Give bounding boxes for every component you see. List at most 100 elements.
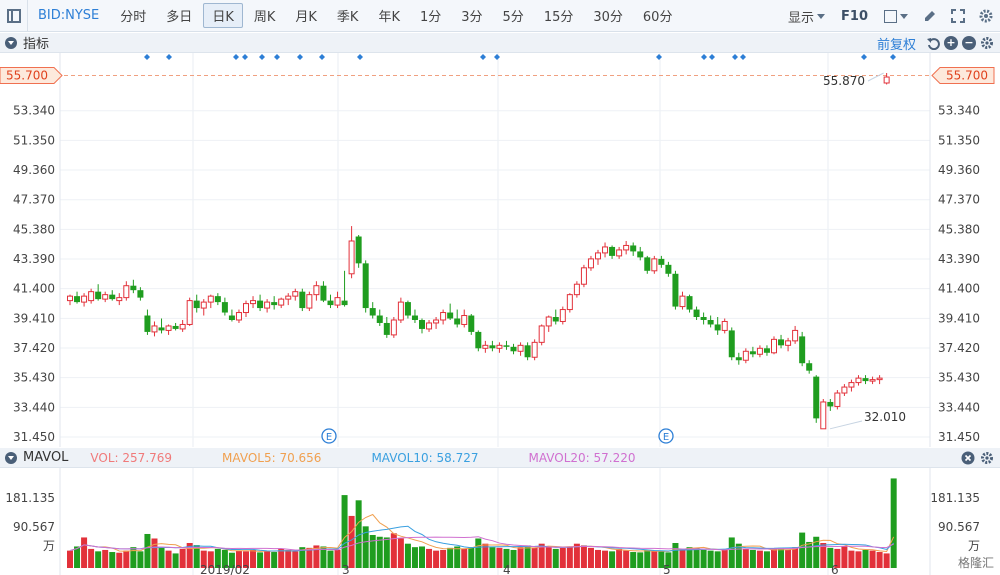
dividend-marker	[861, 54, 867, 60]
candle-body	[883, 76, 890, 84]
volume-axis-label: 90.567	[13, 520, 55, 534]
candle-body	[348, 240, 355, 275]
volume-bar	[102, 549, 109, 568]
volume-bar	[489, 547, 496, 568]
volume-bar	[644, 549, 651, 568]
period-tab[interactable]: 季K	[328, 3, 368, 28]
candle-body	[369, 308, 376, 316]
volume-bar	[179, 548, 186, 568]
dividend-marker	[242, 54, 248, 60]
layout-menu-button[interactable]	[876, 9, 916, 23]
collapse-chevron-icon[interactable]	[5, 451, 17, 464]
candle-body	[200, 301, 207, 309]
candle-body	[67, 295, 73, 302]
volume-legend-item: MAVOL20: 57.220	[528, 450, 636, 465]
volume-bar	[651, 551, 658, 568]
symbol-label[interactable]: BID:NYSE	[28, 8, 111, 23]
volume-bar	[468, 547, 475, 568]
volume-legend-item: VOL: 257.769	[90, 450, 173, 465]
period-tab[interactable]: 15分	[535, 3, 583, 28]
collapse-chevron-icon[interactable]	[5, 36, 17, 49]
candle-body	[214, 296, 221, 303]
volume-axis-label: 181.135	[5, 491, 55, 505]
volume-bar	[721, 549, 728, 568]
candle-body	[376, 315, 383, 323]
volume-bar	[524, 545, 531, 568]
sidebar-toggle-button[interactable]	[0, 0, 28, 32]
settings-button[interactable]	[975, 5, 997, 27]
price-axis-label: 41.400	[13, 282, 55, 296]
period-tab[interactable]: 周K	[245, 3, 285, 28]
volume-axis-label: 181.135	[930, 491, 980, 505]
candle-body	[419, 319, 425, 329]
volume-bar	[630, 552, 637, 568]
volume-bar	[728, 537, 735, 568]
undo-icon[interactable]	[926, 36, 940, 50]
volume-bar	[123, 550, 130, 568]
volume-bar	[587, 547, 594, 568]
volume-bar	[144, 533, 151, 568]
candlestick-chart[interactable]: 53.340 53.340 51.350 51.350 49.360 49.360 47.3…	[0, 53, 1000, 447]
chevron-down-icon	[900, 13, 908, 19]
volume-bar	[806, 541, 813, 568]
volume-bar	[707, 550, 714, 568]
candle-body	[679, 295, 686, 308]
volume-chart[interactable]: 181.135 181.135 90.567 90.567 万 万 2019/02 3 4 5 6	[0, 468, 1000, 575]
price-axis-label: 39.410	[13, 311, 55, 325]
candle-body	[74, 296, 81, 303]
zoom-out-icon[interactable]: −	[962, 36, 976, 50]
settings-icon[interactable]	[980, 36, 994, 50]
volume-bar	[742, 548, 749, 568]
close-icon[interactable]	[961, 451, 975, 465]
candle-body	[250, 300, 257, 305]
volume-bar	[271, 552, 278, 568]
volume-bar	[397, 538, 404, 568]
volume-legend-item: MAVOL10: 58.727	[371, 450, 479, 465]
fullscreen-button[interactable]	[947, 5, 969, 27]
period-tab[interactable]: 年K	[369, 3, 409, 28]
candle-body	[144, 315, 151, 332]
candle-body	[644, 257, 651, 271]
candle-body	[566, 294, 573, 311]
period-tab[interactable]: 3分	[452, 3, 491, 28]
volume-bar	[426, 548, 433, 568]
period-tab[interactable]: 1分	[411, 3, 450, 28]
candle-body	[313, 285, 320, 296]
settings-icon[interactable]	[980, 451, 994, 465]
zoom-in-icon[interactable]: +	[944, 36, 958, 50]
volume-bar	[88, 548, 95, 568]
display-menu-button[interactable]: 显示	[780, 7, 833, 26]
price-adjust-toggle[interactable]: 前复权	[877, 34, 916, 53]
candle-body	[763, 348, 770, 353]
volume-bar	[756, 550, 763, 568]
volume-bar	[869, 550, 876, 568]
candle-body	[88, 291, 95, 302]
candle-body	[510, 346, 517, 352]
volume-bar	[609, 551, 616, 568]
volume-bar	[369, 535, 376, 568]
period-tab[interactable]: 5分	[494, 3, 533, 28]
volume-bar	[531, 547, 538, 568]
f10-button[interactable]: F10	[833, 9, 876, 24]
volume-bar	[278, 548, 285, 568]
volume-legend: VOL: 257.769 MAVOL5: 70.656 MAVOL10: 58.72…	[90, 451, 685, 465]
period-tab[interactable]: 60分	[634, 3, 682, 28]
candle-body	[404, 302, 411, 316]
period-tab[interactable]: 月K	[286, 3, 326, 28]
volume-title: MAVOL	[23, 450, 69, 465]
volume-bar	[67, 550, 73, 568]
candle-body	[580, 267, 587, 285]
volume-bar	[285, 549, 292, 568]
candle-body	[116, 297, 123, 302]
volume-bar	[440, 549, 447, 568]
candle-body	[869, 379, 876, 382]
display-label: 显示	[788, 10, 815, 26]
draw-pen-button[interactable]	[919, 5, 941, 27]
period-tab[interactable]: 30分	[584, 3, 632, 28]
period-tab[interactable]: 日K	[203, 3, 243, 28]
candle-body	[587, 258, 594, 269]
period-tab[interactable]: 多日	[157, 3, 201, 28]
volume-bar	[172, 553, 179, 568]
volume-bar	[693, 547, 700, 568]
period-tab[interactable]: 分时	[111, 3, 155, 28]
